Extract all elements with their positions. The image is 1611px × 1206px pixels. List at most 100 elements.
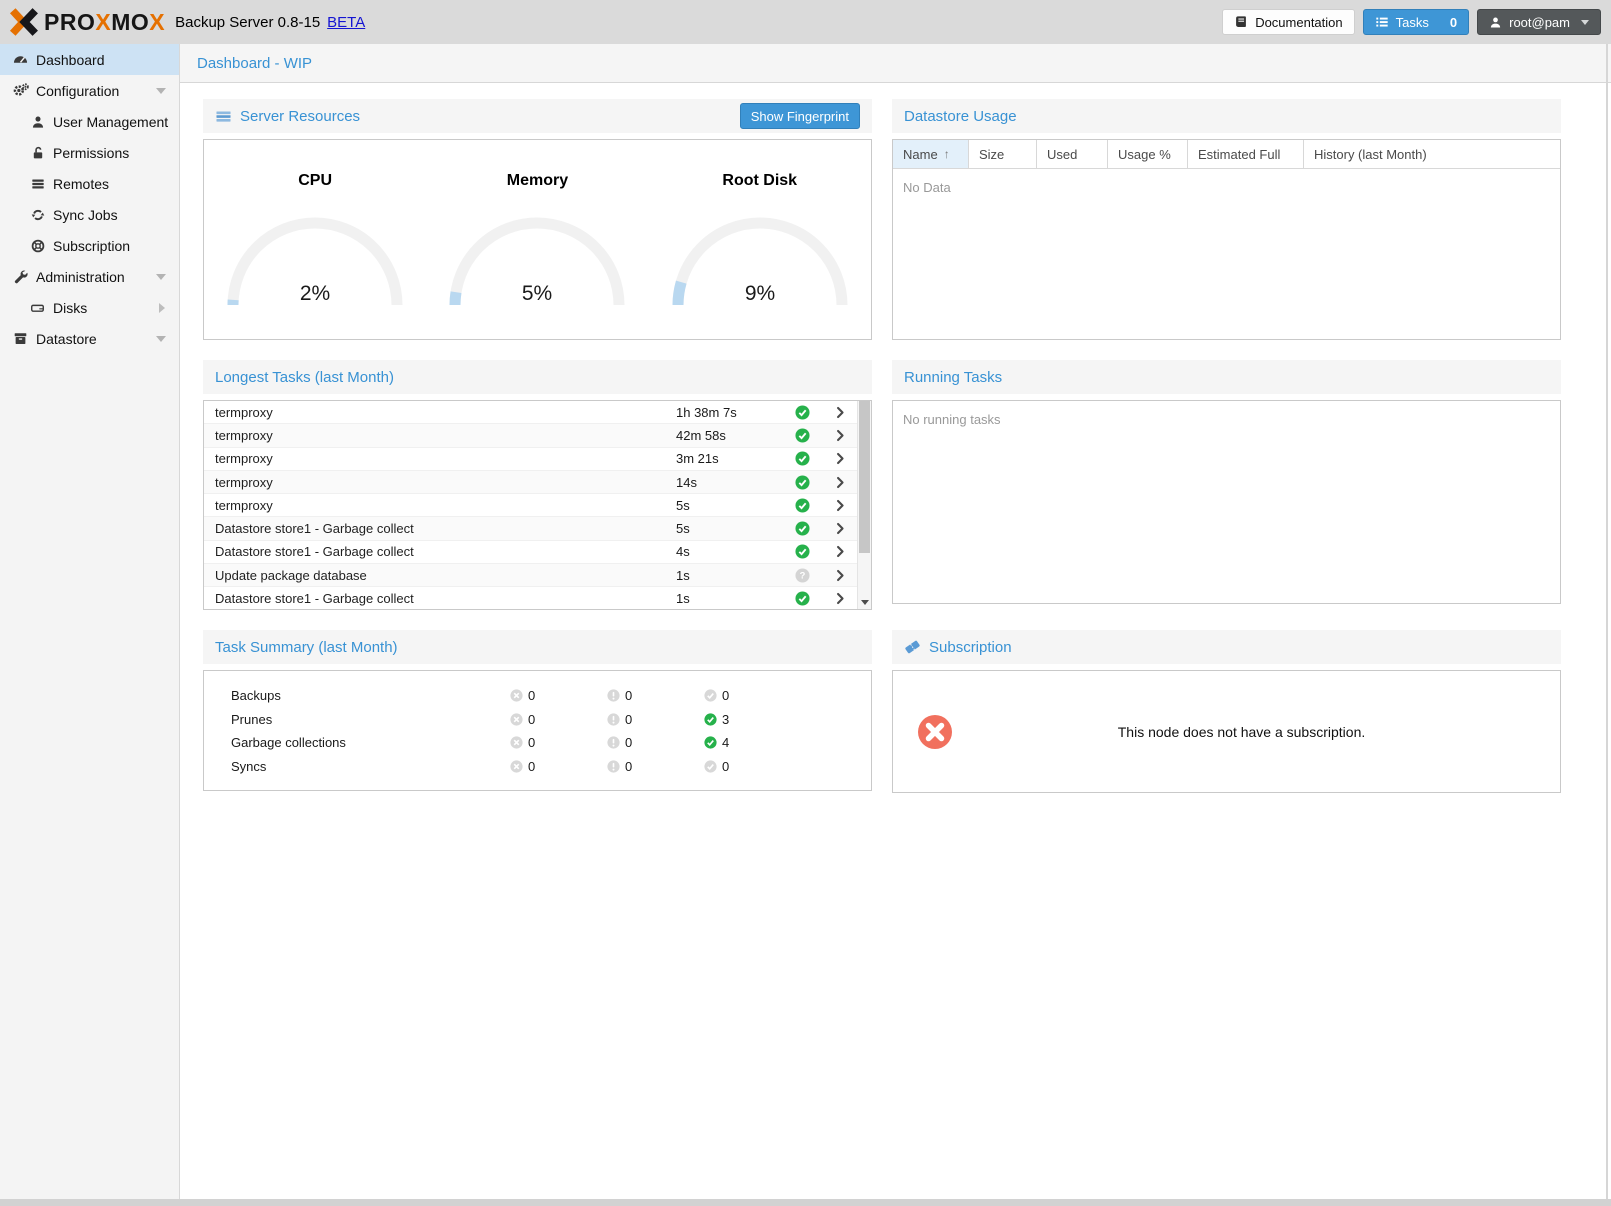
vertical-scrollbar[interactable] <box>857 401 871 609</box>
sidebar-item-sync-jobs[interactable]: Sync Jobs <box>0 199 179 230</box>
hdd-icon <box>29 301 46 315</box>
panel-title: Running Tasks <box>904 369 1002 386</box>
column-header-usage-pct[interactable]: Usage % <box>1108 140 1188 168</box>
support-icon <box>29 239 46 253</box>
task-row[interactable]: Datastore store1 - Garbage collect 5s ? <box>204 517 857 540</box>
tasks-count-badge: 0 <box>1450 15 1457 30</box>
task-row[interactable]: Datastore store1 - Garbage collect 1s ? <box>204 587 857 610</box>
sidebar: Dashboard Configuration User Management … <box>0 44 180 1199</box>
column-header-used[interactable]: Used <box>1037 140 1108 168</box>
no-data-text: No Data <box>893 169 1560 206</box>
svg-text:2%: 2% <box>300 282 330 305</box>
error-count-icon <box>510 713 523 726</box>
chevron-down-icon <box>156 336 166 342</box>
error-count-icon <box>510 760 523 773</box>
user-menu-button[interactable]: root@pam <box>1477 9 1601 35</box>
status-ok-icon: ? <box>781 475 823 490</box>
summary-row-syncs: Syncs 0 0 0 <box>204 755 871 779</box>
sort-ascending-icon: ↑ <box>944 147 950 161</box>
bottom-edge-strip <box>0 1199 1611 1206</box>
chevron-right-icon[interactable] <box>823 476 857 489</box>
sidebar-item-disks[interactable]: Disks <box>0 292 179 323</box>
no-subscription-icon <box>917 714 953 750</box>
task-row[interactable]: termproxy 1h 38m 7s ? <box>204 401 857 424</box>
ok-count-icon <box>704 736 717 749</box>
svg-text:9%: 9% <box>745 282 775 305</box>
status-ok-icon: ? <box>781 591 823 606</box>
documentation-label: Documentation <box>1255 15 1342 30</box>
brand-text: PROXMOX <box>44 9 165 36</box>
chevron-right-icon[interactable] <box>823 569 857 582</box>
book-icon <box>1234 15 1248 29</box>
chevron-right-icon[interactable] <box>823 592 857 605</box>
sidebar-item-user-management[interactable]: User Management <box>0 106 179 137</box>
chevron-right-icon[interactable] <box>823 499 857 512</box>
user-icon <box>1489 16 1502 29</box>
chevron-right-icon[interactable] <box>823 406 857 419</box>
root-disk-gauge: Root Disk 9% <box>649 140 871 339</box>
user-icon <box>29 115 46 129</box>
chevron-right-icon[interactable] <box>823 545 857 558</box>
status-ok-icon: ? <box>781 451 823 466</box>
page-title: Dashboard - WIP <box>197 55 312 72</box>
status-ok-icon: ? <box>781 544 823 559</box>
svg-text:?: ? <box>799 570 805 580</box>
warning-count-icon <box>607 713 620 726</box>
tasks-button[interactable]: Tasks 0 <box>1363 9 1469 35</box>
task-row[interactable]: termproxy 3m 21s ? <box>204 448 857 471</box>
show-fingerprint-button[interactable]: Show Fingerprint <box>740 103 860 129</box>
ok-count-icon <box>704 689 717 702</box>
sidebar-item-permissions[interactable]: Permissions <box>0 137 179 168</box>
chevron-right-icon[interactable] <box>823 429 857 442</box>
user-label: root@pam <box>1509 15 1570 30</box>
server-resources-panel: Server Resources Show Fingerprint CPU 2%… <box>203 99 872 340</box>
chevron-down-icon <box>1581 20 1589 25</box>
sidebar-item-datastore[interactable]: Datastore <box>0 323 179 354</box>
task-row[interactable]: termproxy 42m 58s ? <box>204 424 857 447</box>
table-header-row: Name↑ Size Used Usage % Estimated Full H… <box>893 140 1560 169</box>
status-unknown-icon: ? <box>781 568 823 583</box>
column-header-size[interactable]: Size <box>969 140 1037 168</box>
ticket-icon <box>904 639 921 655</box>
column-header-history[interactable]: History (last Month) <box>1304 140 1560 168</box>
chevron-right-icon[interactable] <box>823 452 857 465</box>
column-header-estimated-full[interactable]: Estimated Full <box>1188 140 1304 168</box>
scrollbar-down-button[interactable] <box>858 596 871 608</box>
warning-count-icon <box>607 689 620 702</box>
subscription-message: This node does not have a subscription. <box>953 724 1560 740</box>
sidebar-item-configuration[interactable]: Configuration <box>0 75 179 106</box>
top-header: PROXMOX Backup Server 0.8-15 BETA Docume… <box>0 0 1611 44</box>
memory-gauge: Memory 5% <box>426 140 648 339</box>
unlock-icon <box>29 146 46 160</box>
panel-title: Datastore Usage <box>904 108 1017 125</box>
sidebar-item-dashboard[interactable]: Dashboard <box>0 44 179 75</box>
ok-count-icon <box>704 713 717 726</box>
scrollbar-thumb[interactable] <box>859 401 870 553</box>
sidebar-item-administration[interactable]: Administration <box>0 261 179 292</box>
tasks-label: Tasks <box>1396 15 1429 30</box>
task-row[interactable]: termproxy 14s ? <box>204 471 857 494</box>
datastore-usage-panel: Datastore Usage Name↑ Size Used Usage % … <box>892 99 1561 340</box>
panel-title: Longest Tasks (last Month) <box>215 369 394 386</box>
beta-link[interactable]: BETA <box>327 14 365 31</box>
chevron-right-icon[interactable] <box>823 522 857 535</box>
server-icon <box>29 177 46 191</box>
longest-tasks-panel: Longest Tasks (last Month) termproxy 1h … <box>203 360 872 610</box>
task-row[interactable]: termproxy 5s ? <box>204 494 857 517</box>
task-row[interactable]: Datastore store1 - Garbage collect 4s ? <box>204 541 857 564</box>
task-list-icon <box>1375 15 1389 29</box>
proxmox-logo-icon <box>8 7 40 37</box>
triangle-down-icon <box>861 600 869 605</box>
sidebar-item-subscription[interactable]: Subscription <box>0 230 179 261</box>
running-tasks-panel: Running Tasks No running tasks <box>892 360 1561 604</box>
column-header-name[interactable]: Name↑ <box>893 140 969 168</box>
status-ok-icon: ? <box>781 498 823 513</box>
svg-text:5%: 5% <box>522 282 552 305</box>
panel-title: Server Resources <box>240 108 360 125</box>
status-ok-icon: ? <box>781 428 823 443</box>
archive-icon <box>12 331 29 346</box>
sidebar-item-remotes[interactable]: Remotes <box>0 168 179 199</box>
documentation-button[interactable]: Documentation <box>1222 9 1354 35</box>
refresh-icon <box>29 208 46 222</box>
task-row[interactable]: Update package database 1s ? <box>204 564 857 587</box>
